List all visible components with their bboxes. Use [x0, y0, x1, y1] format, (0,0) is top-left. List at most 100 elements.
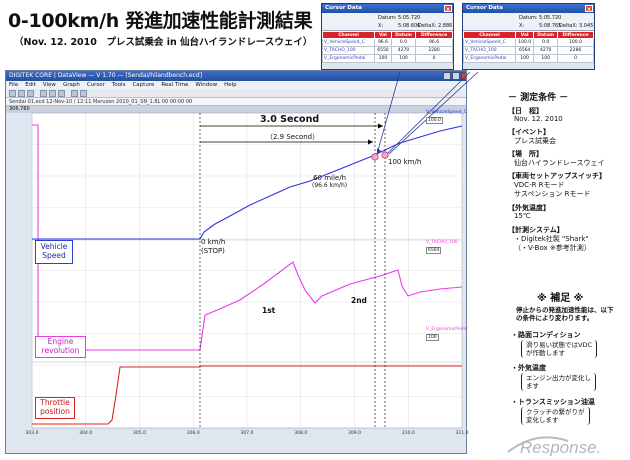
vehicle-speed-label: Vehicle Speed — [35, 240, 73, 264]
table-cell: V_VehicleSpeed_C — [322, 38, 375, 47]
column-header: Datum — [390, 31, 417, 39]
column-header: Difference — [557, 31, 594, 39]
column-header: Channel — [322, 31, 375, 39]
side-label-throttle: V_ErgonomicPedal 100 — [426, 327, 468, 342]
table-cell: 100.0 — [514, 38, 535, 47]
side-label-speed-name: V_VehicleSpeed_C — [426, 110, 467, 115]
note-body-road: 滑り易い状態ではVDC が作動します — [521, 340, 597, 359]
table-cell: 96.6 — [374, 38, 392, 47]
deltax-value: 2.886 — [438, 23, 453, 29]
note-body-transmission-1: クラッチの繋がりが — [526, 408, 585, 416]
note-body-transmission: クラッチの繋がりが 変化します — [521, 407, 590, 426]
annotation-0-kmh-text: 0 km/h — [201, 238, 226, 246]
side-label-rpm-value: 6564 — [426, 246, 442, 255]
table-cell: 100 — [533, 54, 558, 63]
note-body-temp-2: ます — [526, 382, 539, 391]
column-header: Val — [514, 31, 535, 39]
cursor-data-dialog-1-title: Cursor Data — [325, 5, 362, 11]
side-label-throttle-name: V_ErgonomicPedal — [426, 327, 468, 332]
side-label-rpm: V_TACHO_100 6564 — [426, 240, 464, 255]
engine-revolution-label-text: Engine revolution — [41, 337, 80, 355]
cursor-data-dialog-1-readout: Datum: 5:05.720 X: 5:08.606 DeltaX: 2.88… — [322, 13, 453, 31]
x-label: X: — [378, 23, 384, 29]
annotation-1st-gear: 1st — [262, 306, 276, 315]
throttle-position-label-text: Throttle position — [40, 398, 70, 416]
conditions-heading: － 測定条件 － — [508, 93, 569, 103]
table-cell: V_ErgonomicPedal — [463, 54, 516, 63]
table-cell: 6550 — [374, 46, 392, 55]
table-cell: 2280 — [415, 46, 453, 55]
deltax-value: 3.045 — [579, 23, 594, 29]
x-tick-label: 307.0 — [241, 430, 254, 436]
cursor-data-table-1: Channel Val Datum Difference V_VehicleSp… — [322, 31, 453, 63]
annotation-0-kmh: 0 km/h (STOP) — [201, 238, 225, 256]
x-axis-ticks: 303.0 304.0 305.0 306.0 307.0 308.0 309.0 310.0… — [26, 430, 469, 436]
datum-label: Datum: — [378, 15, 397, 21]
table-row[interactable]: V_TACHO_100 6550 4270 2280 — [322, 46, 453, 55]
column-header: Val — [374, 31, 392, 39]
note-body-road-2: が作動します — [526, 349, 565, 358]
vehicle-speed-label-text: Vehicle Speed — [40, 242, 68, 260]
table-cell: 0.0 — [390, 38, 417, 47]
annotation-stop-text: (STOP) — [201, 247, 225, 256]
note-body-transmission-2: 変化します — [526, 416, 559, 425]
datum-value: 5:05.720 — [539, 15, 562, 21]
table-cell: 100 — [390, 54, 417, 63]
table-cell: V_VehicleSpeed_C — [463, 38, 516, 47]
condition-value-setup-2: サスペンション Rモード — [514, 190, 591, 198]
logo-text: Response. — [520, 438, 601, 456]
condition-value-system-2: （・V-Box ※参考計測） — [514, 244, 591, 252]
cursor-data-dialog-2[interactable]: Cursor Data × Datum: 5:05.720 X: 5:08.76… — [462, 3, 595, 70]
deltax-label: DeltaX: — [559, 23, 578, 29]
condition-value-event: プレス試乗会 — [514, 137, 556, 145]
column-header: Channel — [463, 31, 516, 39]
engine-revolution-label: Engine revolution — [35, 336, 86, 358]
table-cell: 96.6 — [415, 38, 453, 47]
column-header: Difference — [415, 31, 453, 39]
cursor-data-dialog-1[interactable]: Cursor Data × Datum: 5:05.720 X: 5:08.60… — [321, 3, 454, 70]
table-row[interactable]: V_ErgonomicPedal 100 100 0 — [322, 54, 453, 63]
table-cell: 0 — [415, 54, 453, 63]
x-tick-label: 309.0 — [348, 430, 361, 436]
x-tick-label: 306.0 — [187, 430, 200, 436]
x-tick-label: 303.0 — [26, 430, 39, 436]
table-cell: 100 — [374, 54, 392, 63]
cursor-data-dialog-2-readout: Datum: 5:05.720 X: 5:08.765 DeltaX: 3.04… — [463, 13, 594, 31]
table-row[interactable]: V_VehicleSpeed_C 96.6 0.0 96.6 — [322, 38, 453, 47]
close-icon[interactable]: × — [444, 5, 452, 13]
deltax-label: DeltaX: — [418, 23, 437, 29]
cursor-point-2-9s — [371, 153, 379, 161]
side-label-rpm-name: V_TACHO_100 — [426, 240, 458, 245]
cursor-data-dialog-2-title: Cursor Data — [466, 5, 503, 11]
response-logo: Response. — [507, 436, 601, 456]
note-body-temp-1: エンジン出力が変化し — [526, 374, 591, 382]
annotation-2-9-second: （2.9 Second） — [266, 133, 320, 141]
cursor-data-dialog-1-titlebar[interactable]: Cursor Data × — [322, 4, 453, 13]
datum-value: 5:05.720 — [398, 15, 421, 21]
x-tick-label: 305.0 — [133, 430, 146, 436]
table-cell: V_ErgonomicPedal — [322, 54, 375, 63]
side-label-speed-value: 100.0 — [426, 116, 443, 125]
x-tick-label: 310.0 — [402, 430, 415, 436]
x-tick-label: 311.0 — [456, 430, 469, 436]
x-tick-label: 304.0 — [79, 430, 92, 436]
table-cell: V_TACHO_100 — [322, 46, 375, 55]
annotation-100-kmh: 100 km/h — [388, 158, 422, 166]
cursor-data-table-2: Channel Val Datum Difference V_VehicleSp… — [463, 31, 594, 63]
table-cell: 100 — [514, 54, 535, 63]
annotation-3-second: 3.0 Second — [260, 114, 320, 125]
annotation-2nd-gear: 2nd — [351, 296, 367, 305]
throttle-position-label: Throttle position — [35, 397, 75, 419]
cursor-data-dialog-2-titlebar[interactable]: Cursor Data × — [463, 4, 594, 13]
table-row[interactable]: V_VehicleSpeed_C 100.0 0.0 100.0 — [463, 38, 594, 47]
note-body-road-1: 滑り易い状態ではVDC — [526, 341, 592, 349]
note-body-temp: エンジン出力が変化し ます — [521, 373, 596, 392]
table-row[interactable]: V_TACHO_100 6564 4270 2286 — [463, 46, 594, 55]
table-row[interactable]: V_ErgonomicPedal 100 100 0 — [463, 54, 594, 63]
table-cell: 2286 — [557, 46, 594, 55]
close-icon[interactable]: × — [585, 5, 593, 13]
table-cell: 100.0 — [557, 38, 594, 47]
table-cell: 0 — [557, 54, 594, 63]
note-title-temp: ・外気温度 — [511, 364, 546, 372]
table-cell: 6564 — [514, 46, 535, 55]
